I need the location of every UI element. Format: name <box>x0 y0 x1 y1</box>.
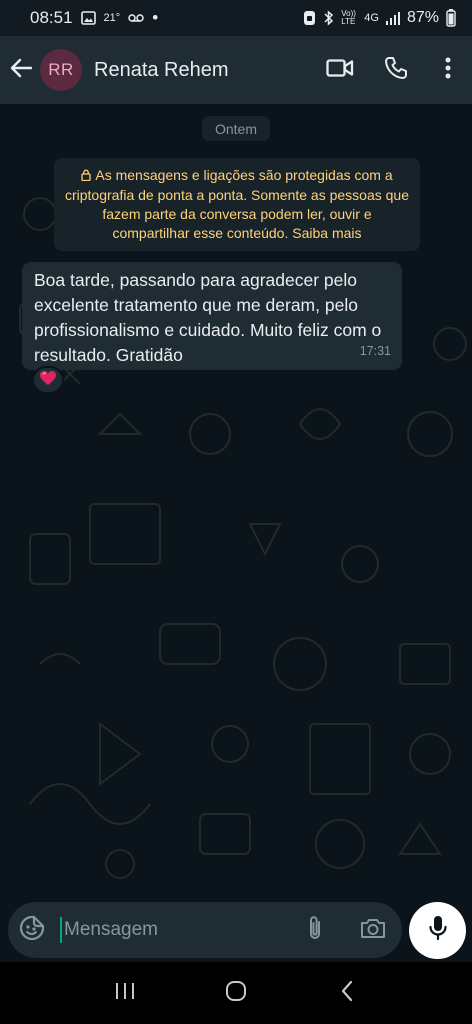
message-reaction[interactable] <box>32 366 64 394</box>
contact-avatar[interactable]: RR <box>40 49 82 91</box>
system-nav-bar <box>0 962 472 1024</box>
status-bar-left: 08:51 21° • <box>30 8 158 28</box>
sticker-button[interactable] <box>8 902 56 958</box>
recent-apps-icon <box>114 982 136 1005</box>
network-type: 4G <box>364 12 379 24</box>
battery-icon <box>446 9 456 27</box>
contact-name[interactable]: Renata Rehem <box>94 59 312 82</box>
home-button[interactable] <box>206 968 266 1018</box>
message-input[interactable]: Mensagem <box>8 902 402 958</box>
compose-bar: Mensagem <box>0 900 472 962</box>
date-separator: Ontem <box>202 116 270 141</box>
message-text: Boa tarde, passando para agradecer pelo … <box>34 270 382 365</box>
status-bar-right: Vo)) LTE 4G 87% <box>303 9 456 27</box>
lock-icon <box>81 167 92 186</box>
more-options-icon <box>445 57 451 84</box>
chat-header: RR Renata Rehem <box>0 36 472 104</box>
bluetooth-icon <box>323 10 334 26</box>
heart-icon <box>39 370 57 391</box>
status-temperature: 21° <box>103 12 121 24</box>
volte-indicator: Vo)) LTE <box>341 9 356 26</box>
chat-area[interactable]: Ontem As mensagens e ligações são proteg… <box>0 104 472 900</box>
encryption-notice[interactable]: As mensagens e ligações são protegidas c… <box>54 158 420 251</box>
mic-icon <box>428 915 447 946</box>
status-time: 08:51 <box>30 8 73 27</box>
incoming-message[interactable]: Boa tarde, passando para agradecer pelo … <box>22 262 402 370</box>
recent-apps-button[interactable] <box>95 968 155 1018</box>
text-caret <box>60 917 62 943</box>
attach-icon <box>306 915 324 946</box>
back-button[interactable] <box>2 36 40 104</box>
voicemail-icon <box>128 13 144 23</box>
voice-call-button[interactable] <box>368 36 424 104</box>
sticker-icon <box>19 915 45 946</box>
encryption-notice-text: As mensagens e ligações são protegidas c… <box>64 167 409 241</box>
message-time: 17:31 <box>359 344 391 358</box>
home-icon <box>225 980 247 1007</box>
signal-icon <box>385 11 400 25</box>
status-bar: 08:51 21° • Vo)) LTE 4G 87% <box>0 0 472 36</box>
back-arrow-icon <box>10 58 33 83</box>
camera-icon <box>360 917 386 944</box>
attach-button[interactable] <box>286 902 344 958</box>
status-notification-dot: • <box>152 8 159 27</box>
message-placeholder[interactable]: Mensagem <box>64 919 286 941</box>
voice-message-button[interactable] <box>409 902 466 959</box>
video-call-icon <box>326 58 354 83</box>
phone-icon <box>384 56 408 85</box>
gallery-icon <box>80 11 96 25</box>
more-options-button[interactable] <box>424 36 472 104</box>
app-notification-icon <box>303 10 316 26</box>
chevron-left-icon <box>340 980 354 1007</box>
back-nav-button[interactable] <box>317 968 377 1018</box>
camera-button[interactable] <box>344 902 402 958</box>
battery-percent: 87% <box>406 9 439 26</box>
video-call-button[interactable] <box>312 36 368 104</box>
